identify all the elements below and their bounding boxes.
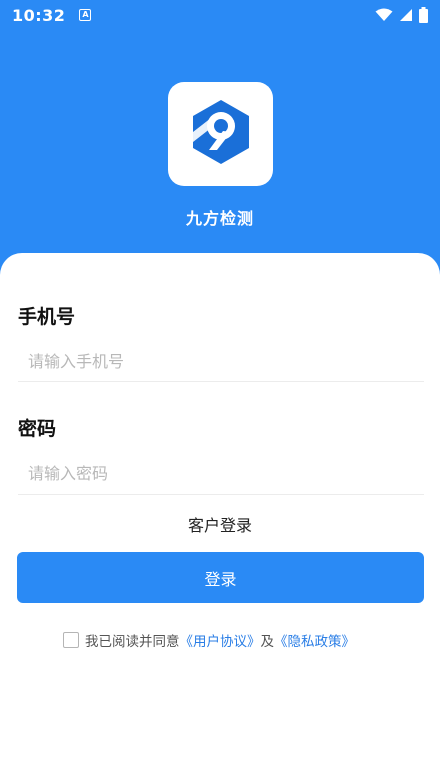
status-time: 10:32	[12, 5, 66, 25]
login-button[interactable]: 登录	[17, 552, 424, 603]
agreement-conjunction: 及	[260, 634, 275, 650]
password-divider	[18, 494, 424, 495]
hexagon-nine-logo-icon	[187, 98, 255, 170]
status-app-icon: A	[79, 9, 92, 21]
phone-label: 手机号	[18, 306, 76, 328]
password-input[interactable]	[18, 453, 424, 493]
user-agreement-link[interactable]: 《用户协议》	[180, 630, 261, 650]
password-label: 密码	[18, 418, 57, 440]
status-bar: 10:32 A	[0, 0, 440, 30]
phone-input[interactable]	[18, 341, 424, 381]
status-icons	[375, 7, 428, 23]
privacy-policy-link[interactable]: 《隐私政策》	[274, 630, 355, 650]
agreement-checkbox[interactable]	[63, 632, 79, 648]
app-name: 九方检测	[185, 209, 254, 228]
app-logo	[168, 82, 273, 186]
agreement-row: 我已阅读并同意 《用户协议》 及 《隐私政策》	[63, 630, 355, 650]
login-screen: 10:32 A 九方检测 手机号 密码	[0, 0, 440, 770]
agreement-prefix: 我已阅读并同意	[85, 634, 180, 650]
phone-divider	[18, 381, 424, 382]
customer-login-link[interactable]: 客户登录	[0, 512, 440, 536]
battery-icon	[419, 7, 428, 23]
signal-icon	[399, 8, 413, 22]
wifi-icon	[375, 8, 393, 22]
